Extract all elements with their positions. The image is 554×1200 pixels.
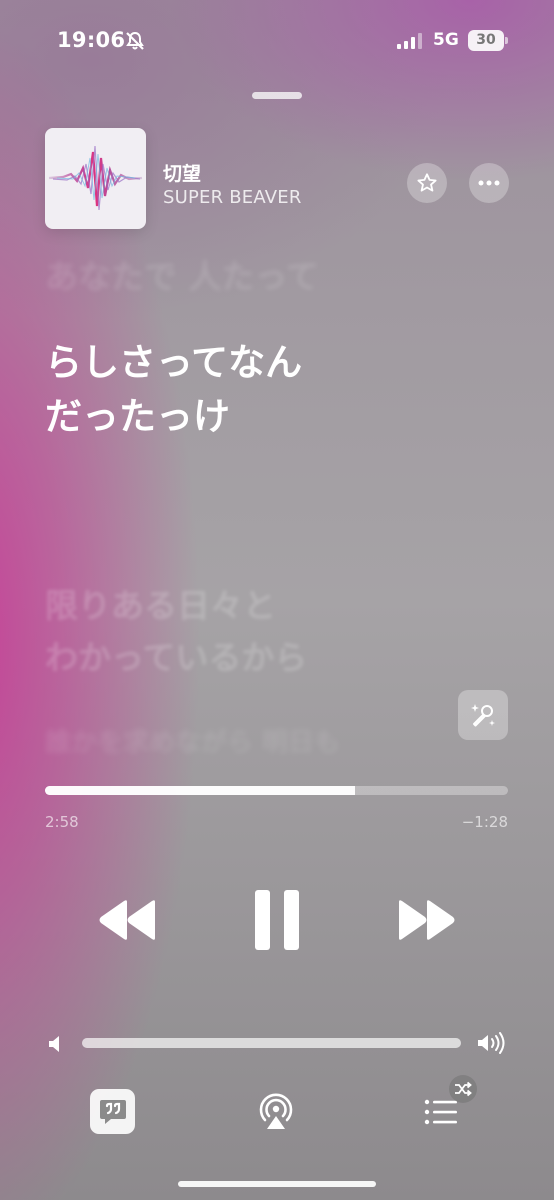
- track-title[interactable]: 切望: [163, 159, 201, 186]
- lyrics-icon: [99, 1099, 126, 1124]
- lyric-next-line[interactable]: 限りある日々と わかっているから: [45, 580, 307, 684]
- ellipsis-icon: [478, 180, 500, 186]
- more-button[interactable]: [469, 163, 509, 203]
- soundwave-artwork: [48, 145, 143, 211]
- lyric-previous-line[interactable]: あなたで 人たって: [45, 250, 319, 298]
- star-icon: [417, 173, 437, 192]
- favorite-button[interactable]: [407, 163, 447, 203]
- lyric-following-line[interactable]: 誰かを求めながら 明日も: [45, 722, 340, 759]
- signal-icon: [397, 33, 422, 49]
- album-artwork[interactable]: [45, 128, 146, 229]
- microphone-sparkle-icon: [471, 704, 495, 727]
- home-indicator[interactable]: [178, 1181, 376, 1187]
- time-remaining: −1:28: [461, 813, 508, 831]
- lyric-next-line-2: わかっているから: [45, 638, 308, 677]
- sheet-grabber[interactable]: [252, 92, 302, 99]
- time-elapsed: 2:58: [45, 813, 79, 831]
- pause-button[interactable]: [252, 890, 302, 950]
- airplay-button[interactable]: [255, 1091, 297, 1133]
- volume-fill: [82, 1038, 461, 1048]
- fast-forward-button[interactable]: [398, 899, 456, 941]
- sing-button[interactable]: [458, 690, 508, 740]
- lyrics-button[interactable]: [90, 1089, 135, 1134]
- battery-level: 30: [468, 30, 504, 51]
- battery-icon: 30: [468, 30, 508, 51]
- lyric-next-line-1: 限りある日々と: [45, 586, 276, 625]
- volume-slider[interactable]: [82, 1038, 461, 1048]
- lyric-current-line-1: らしさってなん: [45, 341, 303, 384]
- track-artist[interactable]: SUPER BEAVER: [163, 187, 302, 208]
- airplay-icon: [259, 1093, 293, 1129]
- progress-scrubber[interactable]: [45, 786, 508, 795]
- shuffle-icon: [455, 1081, 472, 1097]
- lyric-current-line-2: だったっけ: [45, 395, 230, 438]
- bell-slash-icon: [126, 31, 144, 50]
- status-time: 19:06: [57, 28, 126, 52]
- fast-forward-icon: [399, 900, 455, 940]
- shuffle-badge: [449, 1075, 477, 1103]
- rewind-button[interactable]: [98, 899, 156, 941]
- speaker-low-icon: [49, 1036, 59, 1052]
- queue-icon: [424, 1099, 457, 1125]
- speaker-high-icon: [478, 1032, 505, 1054]
- network-label: 5G: [433, 30, 459, 50]
- pause-icon: [255, 890, 299, 950]
- lyric-current-line[interactable]: らしさってなん だったっけ: [45, 336, 302, 444]
- rewind-icon: [99, 900, 155, 940]
- progress-fill: [45, 786, 356, 795]
